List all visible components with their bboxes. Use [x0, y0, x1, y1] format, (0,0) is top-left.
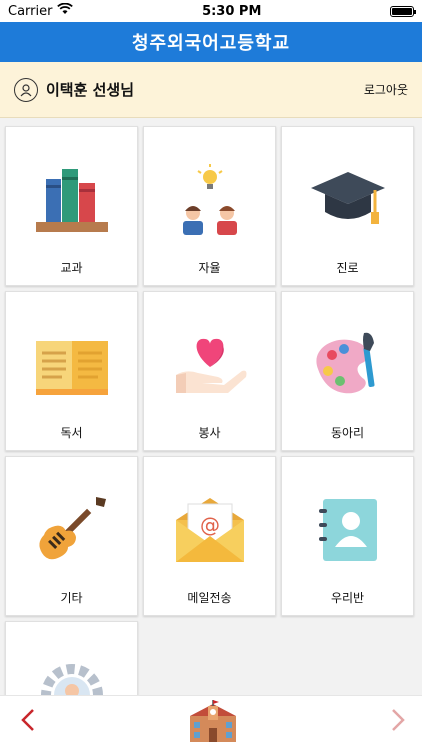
contact-book-icon — [315, 485, 381, 575]
menu-tile-others[interactable]: 기타 — [5, 456, 138, 616]
user-name: 이택훈 선생님 — [46, 81, 135, 99]
bottom-nav-bar — [0, 695, 422, 750]
school-icon[interactable] — [190, 700, 236, 746]
user-info: 이택훈 선생님 — [14, 77, 135, 102]
status-time: 5:30 PM — [202, 3, 262, 19]
status-left: Carrier — [8, 2, 74, 19]
menu-label: 기타 — [60, 591, 83, 605]
palette-icon — [310, 320, 386, 410]
menu-label: 동아리 — [330, 426, 365, 440]
carrier-label: Carrier — [8, 3, 53, 19]
page-title: 청주외국어고등학교 — [131, 33, 291, 54]
menu-grid: 교과 자율 진로 독서 봉사 동아리 기타 @ 메일전송 우리반 — [0, 118, 422, 695]
menu-tile-volunteer[interactable]: 봉사 — [143, 291, 276, 451]
menu-label: 자율 — [198, 261, 221, 275]
wifi-icon — [57, 2, 74, 19]
menu-tile-send-mail[interactable]: @ 메일전송 — [143, 456, 276, 616]
menu-tile-settings[interactable] — [5, 621, 138, 695]
open-book-icon — [34, 320, 110, 410]
idea-people-icon — [175, 155, 245, 245]
graduation-cap-icon — [309, 155, 387, 245]
menu-label: 메일전송 — [187, 591, 232, 605]
chevron-left-icon[interactable] — [20, 708, 36, 739]
menu-label: 진로 — [336, 261, 359, 275]
status-bar: Carrier 5:30 PM — [0, 0, 422, 22]
menu-label: 교과 — [60, 261, 83, 275]
menu-tile-autonomy[interactable]: 자율 — [143, 126, 276, 286]
mail-icon: @ — [172, 485, 248, 575]
menu-tile-reading[interactable]: 독서 — [5, 291, 138, 451]
menu-tile-club[interactable]: 동아리 — [281, 291, 414, 451]
guitar-icon — [34, 485, 110, 575]
menu-tile-my-class[interactable]: 우리반 — [281, 456, 414, 616]
heart-hand-icon — [172, 320, 248, 410]
menu-grid-area: 교과 자율 진로 독서 봉사 동아리 기타 @ 메일전송 우리반 — [0, 118, 422, 695]
svg-text:@: @ — [200, 513, 220, 537]
menu-label: 독서 — [60, 426, 83, 440]
menu-label: 우리반 — [330, 591, 365, 605]
menu-tile-subjects[interactable]: 교과 — [5, 126, 138, 286]
settings-user-icon — [39, 650, 105, 695]
logout-button[interactable]: 로그아웃 — [364, 81, 408, 98]
teacher-avatar-icon — [14, 77, 38, 102]
app-title-bar: 청주외국어고등학교 — [0, 22, 422, 62]
battery-icon — [389, 5, 416, 17]
user-bar: 이택훈 선생님 로그아웃 — [0, 62, 422, 118]
menu-label: 봉사 — [198, 426, 221, 440]
menu-tile-career[interactable]: 진로 — [281, 126, 414, 286]
books-icon — [35, 155, 108, 245]
chevron-right-icon[interactable] — [390, 708, 406, 739]
